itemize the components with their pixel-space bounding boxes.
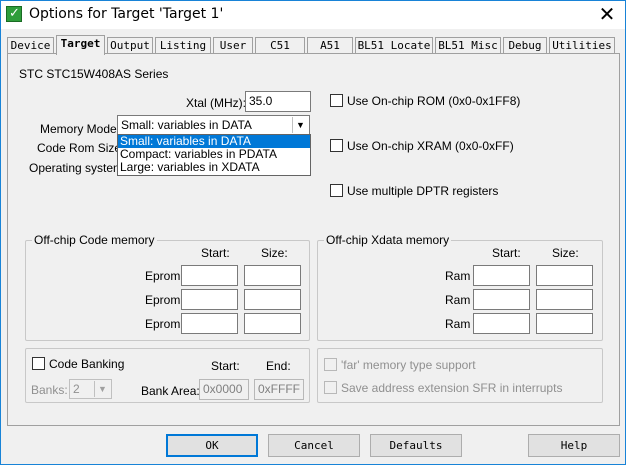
- banks-select[interactable]: 2 ▼: [69, 379, 112, 399]
- memory-model-select[interactable]: Small: variables in DATA ▼: [117, 115, 310, 135]
- onchip-rom-label: Use On-chip ROM (0x0-0x1FF8): [347, 94, 521, 108]
- xdata-start-input-1[interactable]: [473, 265, 530, 286]
- tab-listing[interactable]: Listing: [155, 37, 211, 54]
- options-dialog: Options for Target 'Target 1' ✕ Device T…: [0, 0, 626, 465]
- code-rom-size-label: Code Rom Size:: [37, 141, 125, 155]
- onchip-rom-checkbox[interactable]: [330, 94, 343, 107]
- code-banking-checkbox[interactable]: [32, 357, 45, 370]
- memory-model-dropdown: Small: variables in DATA Compact: variab…: [117, 134, 311, 176]
- xdata-size-input-3[interactable]: [536, 313, 593, 334]
- tab-bl51-locate[interactable]: BL51 Locate: [355, 37, 433, 54]
- window-title: Options for Target 'Target 1': [29, 6, 224, 22]
- multiple-dptr-label: Use multiple DPTR registers: [347, 184, 499, 198]
- device-name: STC STC15W408AS Series: [19, 67, 169, 81]
- save-sfr-checkbox[interactable]: [324, 381, 337, 394]
- tab-debug[interactable]: Debug: [503, 37, 547, 54]
- tab-device[interactable]: Device: [7, 37, 54, 54]
- xdata-size-input-2[interactable]: [536, 289, 593, 310]
- bank-area-start-input[interactable]: 0x0000: [199, 379, 249, 400]
- tab-a51[interactable]: A51: [307, 37, 353, 54]
- ok-button[interactable]: OK: [166, 434, 258, 457]
- code-start-input-1[interactable]: [181, 265, 238, 286]
- code-size-input-3[interactable]: [244, 313, 301, 334]
- code-row-label: Eprom: [145, 293, 181, 307]
- bank-area-end-input[interactable]: 0xFFFF: [254, 379, 304, 400]
- code-row-label: Eprom: [145, 317, 181, 331]
- tab-utilities[interactable]: Utilities: [549, 37, 615, 54]
- banks-value: 2: [73, 382, 80, 396]
- xdata-row-label: Ram: [445, 293, 471, 307]
- code-size-header: Size:: [261, 246, 288, 260]
- title-bar: Options for Target 'Target 1' ✕: [1, 1, 625, 29]
- banks-label: Banks:: [31, 383, 68, 397]
- offchip-xdata-memory-title: Off-chip Xdata memory: [324, 233, 452, 247]
- onchip-xram-checkbox[interactable]: [330, 139, 343, 152]
- chevron-down-icon[interactable]: ▼: [94, 381, 110, 397]
- onchip-xram-label: Use On-chip XRAM (0x0-0xFF): [347, 139, 514, 153]
- code-start-header: Start:: [201, 246, 230, 260]
- tab-output[interactable]: Output: [107, 37, 153, 54]
- chevron-down-icon[interactable]: ▼: [292, 117, 308, 133]
- far-memory-label: 'far' memory type support: [341, 358, 476, 372]
- code-row-label: Eprom: [145, 269, 181, 283]
- far-memory-checkbox[interactable]: [324, 358, 337, 371]
- offchip-code-memory-title: Off-chip Code memory: [32, 233, 157, 247]
- xdata-row-label: Ram: [445, 317, 471, 331]
- code-size-input-2[interactable]: [244, 289, 301, 310]
- memory-model-selected: Small: variables in DATA: [121, 118, 252, 132]
- xtal-label: Xtal (MHz):: [186, 96, 246, 110]
- code-start-input-2[interactable]: [181, 289, 238, 310]
- tab-bl51-misc[interactable]: BL51 Misc: [435, 37, 501, 54]
- defaults-button[interactable]: Defaults: [370, 434, 462, 457]
- xdata-start-input-2[interactable]: [473, 289, 530, 310]
- memory-model-label: Memory Model:: [40, 122, 123, 136]
- save-sfr-label: Save address extension SFR in interrupts: [341, 381, 563, 395]
- xdata-row-label: Ram: [445, 269, 471, 283]
- multiple-dptr-checkbox[interactable]: [330, 184, 343, 197]
- bank-end-header: End:: [266, 359, 291, 373]
- xtal-input[interactable]: 35.0: [245, 91, 311, 112]
- keil-app-icon: [6, 5, 22, 22]
- bank-area-label: Bank Area:: [141, 384, 200, 398]
- code-banking-label: Code Banking: [49, 357, 125, 371]
- code-start-input-3[interactable]: [181, 313, 238, 334]
- xdata-start-input-3[interactable]: [473, 313, 530, 334]
- cancel-button[interactable]: Cancel: [268, 434, 360, 457]
- xdata-start-header: Start:: [492, 246, 521, 260]
- tab-c51[interactable]: C51: [255, 37, 305, 54]
- close-icon[interactable]: ✕: [597, 3, 617, 25]
- tab-target[interactable]: Target: [56, 35, 105, 55]
- tab-user[interactable]: User: [213, 37, 253, 54]
- code-size-input-1[interactable]: [244, 265, 301, 286]
- bank-start-header: Start:: [211, 359, 240, 373]
- help-button[interactable]: Help: [528, 434, 620, 457]
- operating-system-label: Operating system:: [29, 161, 127, 175]
- xdata-size-header: Size:: [552, 246, 579, 260]
- xdata-size-input-1[interactable]: [536, 265, 593, 286]
- memory-model-option-large[interactable]: Large: variables in XDATA: [118, 161, 310, 174]
